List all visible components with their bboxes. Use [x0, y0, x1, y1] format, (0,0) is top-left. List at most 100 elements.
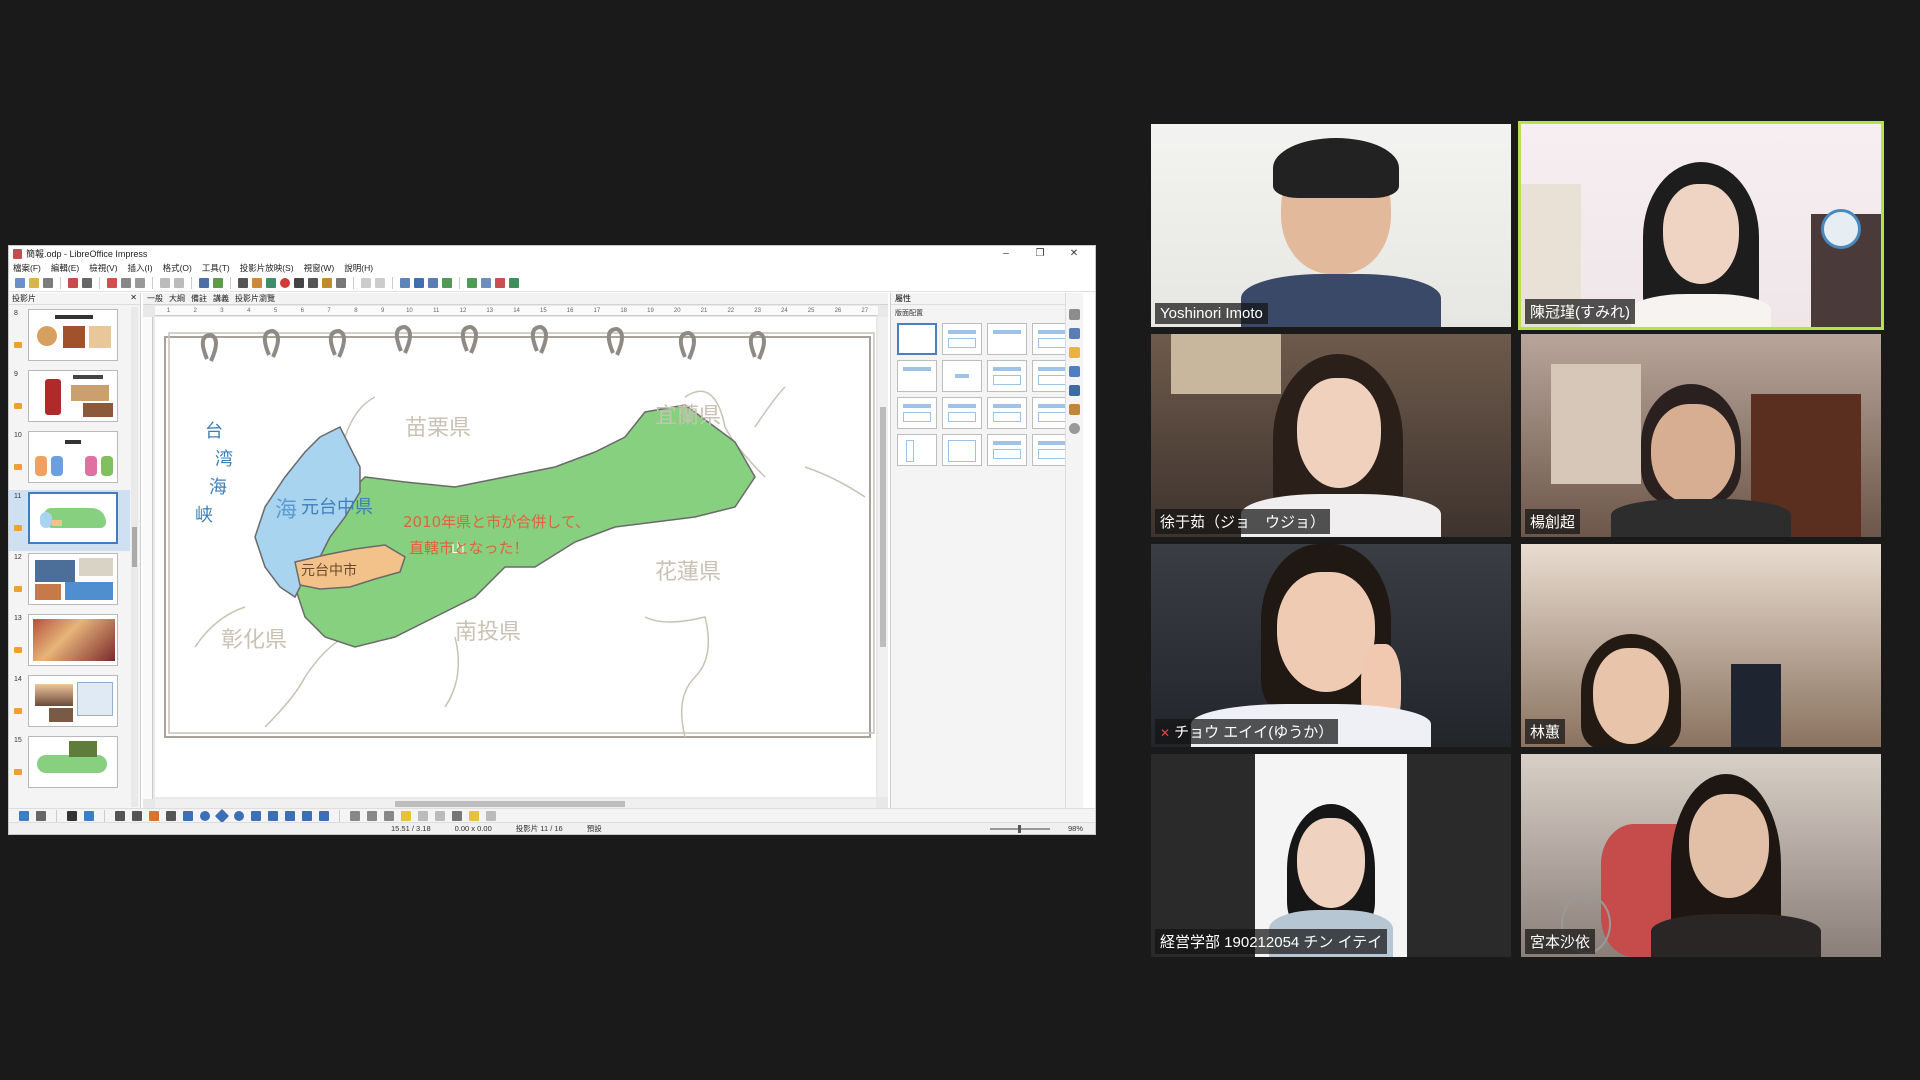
block-arrows-icon[interactable]: [251, 810, 261, 821]
master-slides-deck-icon[interactable]: [1069, 366, 1080, 377]
menu-format[interactable]: 格式(O): [163, 262, 192, 274]
shadow-icon[interactable]: [401, 810, 411, 821]
navigator-deck-icon[interactable]: [1069, 423, 1080, 434]
media-icon[interactable]: [280, 277, 290, 288]
minimize-button[interactable]: –: [989, 248, 1023, 259]
participant-tile[interactable]: 楊創超: [1521, 334, 1881, 537]
symbol-shapes-icon[interactable]: [234, 810, 244, 821]
fontwork-icon[interactable]: [322, 277, 332, 288]
curve-icon[interactable]: [149, 810, 159, 821]
slide-thumbnail[interactable]: 14: [9, 673, 130, 734]
line-color-icon[interactable]: [67, 810, 77, 821]
slide-canvas[interactable]: 台 湾 海 峡 苗栗県 宜蘭県 花蓮県 南投県 彰化県 海 元台中県 元台中市 …: [155, 317, 876, 797]
slide-layout-icon[interactable]: [428, 277, 438, 288]
display-views-icon[interactable]: [442, 277, 452, 288]
open-icon[interactable]: [29, 277, 39, 288]
zoom-icon[interactable]: [36, 810, 46, 821]
start-slideshow-icon[interactable]: [414, 277, 424, 288]
participant-tile[interactable]: ✕ チョウ エイイ(ゆうか）: [1151, 544, 1511, 747]
select-icon[interactable]: [19, 810, 29, 821]
layout-title-only[interactable]: [897, 360, 937, 392]
points-icon[interactable]: [452, 810, 462, 821]
grid-icon[interactable]: [361, 277, 371, 288]
basic-shapes-icon[interactable]: [214, 808, 230, 823]
slides-pane-close-button[interactable]: ✕: [130, 293, 137, 304]
cut-icon[interactable]: [107, 277, 117, 288]
line-icon[interactable]: [115, 810, 125, 821]
toggle-extrusion-icon[interactable]: [486, 810, 496, 821]
stars-icon[interactable]: [302, 810, 312, 821]
layout-2-content-content[interactable]: [987, 360, 1027, 392]
rotate-icon[interactable]: [350, 810, 360, 821]
slide-thumbnail-selected[interactable]: 11: [9, 490, 130, 551]
save-icon[interactable]: [43, 277, 53, 288]
participant-tile[interactable]: 宮本沙依: [1521, 754, 1881, 957]
properties-deck-icon[interactable]: [1069, 309, 1080, 320]
layout-title-content[interactable]: [942, 323, 982, 355]
participant-tile-active-speaker[interactable]: 陳冠瑾(すみれ): [1518, 121, 1884, 330]
layout-4-content[interactable]: [987, 397, 1027, 429]
master-slide-icon[interactable]: [400, 277, 410, 288]
glue-points-icon[interactable]: [469, 810, 479, 821]
layout-vertical-text[interactable]: [942, 434, 982, 466]
export-pdf-icon[interactable]: [68, 277, 78, 288]
3d-objects-icon[interactable]: [319, 810, 329, 821]
menu-insert[interactable]: 插入(I): [128, 262, 153, 274]
hyperlink-icon[interactable]: [336, 277, 346, 288]
image-icon[interactable]: [252, 277, 262, 288]
layout-content-over[interactable]: [942, 397, 982, 429]
callouts-icon[interactable]: [285, 810, 295, 821]
tab-slide-sorter[interactable]: 投影片瀏覽: [235, 293, 275, 304]
connector-icon[interactable]: [166, 810, 176, 821]
table-icon[interactable]: [238, 277, 248, 288]
helplines-icon[interactable]: [375, 277, 385, 288]
spelling-icon[interactable]: [213, 277, 223, 288]
slide-thumbnail[interactable]: 15: [9, 734, 130, 795]
participant-tile[interactable]: 経営学部 190212054 チン イテイ: [1151, 754, 1511, 957]
slide-thumbnail[interactable]: 12: [9, 551, 130, 612]
menu-view[interactable]: 檢視(V): [89, 262, 117, 274]
print-icon[interactable]: [82, 277, 92, 288]
copy-icon[interactable]: [121, 277, 131, 288]
fill-color-icon[interactable]: [84, 810, 94, 821]
styles-deck-icon[interactable]: [1069, 385, 1080, 396]
zoom-level[interactable]: 98%: [1056, 824, 1095, 833]
textbox-icon[interactable]: [294, 277, 304, 288]
menu-slideshow[interactable]: 投影片放映(S): [240, 262, 294, 274]
flowchart-icon[interactable]: [268, 810, 278, 821]
vertical-scrollbar[interactable]: [878, 317, 888, 797]
layouts-section-title[interactable]: 版面配置: [891, 305, 1083, 321]
undo-icon[interactable]: [160, 277, 170, 288]
menu-edit[interactable]: 編輯(E): [51, 262, 79, 274]
arrange-icon[interactable]: [384, 810, 394, 821]
menu-file[interactable]: 檔案(F): [13, 262, 41, 274]
ellipse-icon[interactable]: [200, 810, 210, 821]
gallery-deck-icon[interactable]: [1069, 404, 1080, 415]
slide-thumbnail[interactable]: 10: [9, 429, 130, 490]
slide-thumbnail[interactable]: 8: [9, 307, 130, 368]
layout-blank[interactable]: [897, 323, 937, 355]
chart-icon[interactable]: [266, 277, 276, 288]
participant-tile[interactable]: 林蕙: [1521, 544, 1881, 747]
new-slide-icon[interactable]: [467, 277, 477, 288]
align-icon[interactable]: [367, 810, 377, 821]
slide-transition-deck-icon[interactable]: [1069, 328, 1080, 339]
menu-window[interactable]: 視窗(W): [304, 262, 335, 274]
layout-2-content-over[interactable]: [897, 397, 937, 429]
redo-icon[interactable]: [174, 277, 184, 288]
layout-vertical-title[interactable]: [897, 434, 937, 466]
slide-thumbnail[interactable]: 9: [9, 368, 130, 429]
menu-tools[interactable]: 工具(T): [202, 262, 230, 274]
tab-notes[interactable]: 備註: [191, 293, 207, 304]
restore-button[interactable]: ❐: [1023, 248, 1057, 259]
paste-icon[interactable]: [135, 277, 145, 288]
animation-deck-icon[interactable]: [1069, 347, 1080, 358]
layout-title-slide[interactable]: [987, 323, 1027, 355]
slide-thumbnail[interactable]: 13: [9, 612, 130, 673]
find-icon[interactable]: [199, 277, 209, 288]
duplicate-slide-icon[interactable]: [481, 277, 491, 288]
delete-slide-icon[interactable]: [495, 277, 505, 288]
special-character-icon[interactable]: [308, 277, 318, 288]
menu-help[interactable]: 說明(H): [344, 262, 373, 274]
participant-tile[interactable]: Yoshinori Imoto: [1151, 124, 1511, 327]
